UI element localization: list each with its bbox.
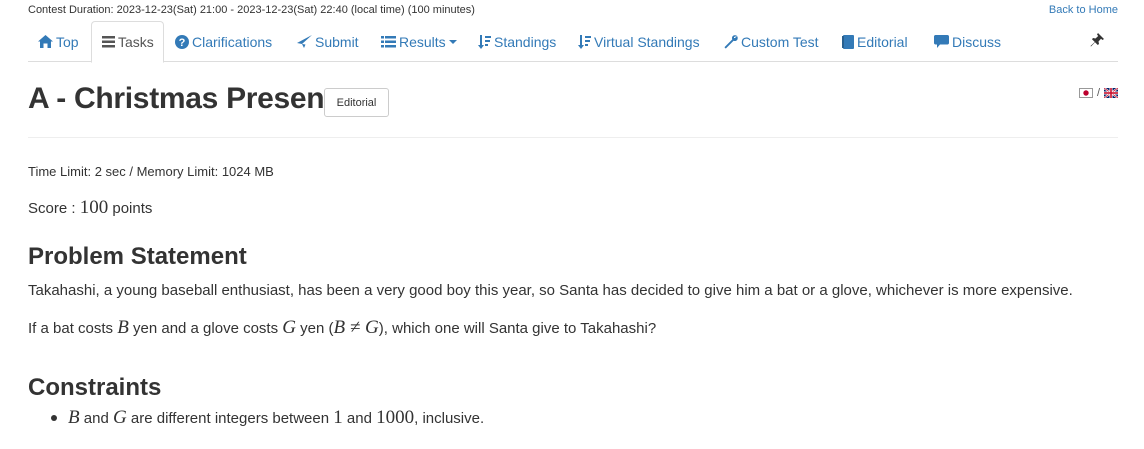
math-number: 1: [333, 407, 343, 428]
wrench-icon: [724, 34, 738, 48]
uk-flag-icon[interactable]: [1104, 88, 1118, 98]
score-unit: points: [108, 200, 153, 217]
home-icon: [38, 35, 53, 48]
constraint-text: and: [79, 410, 113, 427]
japan-flag-icon[interactable]: [1078, 88, 1093, 98]
tab-custom-test-label: Custom Test: [741, 33, 819, 50]
sort-icon: [578, 34, 591, 49]
list-icon: [381, 35, 396, 47]
score-value: 100: [79, 197, 109, 218]
problem-statement-heading: Problem Statement: [28, 243, 247, 270]
tab-tasks-label: Tasks: [118, 34, 154, 50]
tab-standings[interactable]: Standings: [478, 21, 556, 62]
constraint-item: B and G are different integers between 1…: [68, 407, 484, 429]
pushpin-icon[interactable]: [1090, 33, 1104, 52]
tab-submit[interactable]: Submit: [297, 21, 359, 62]
math-var-g: G: [112, 407, 127, 428]
book-icon: [842, 34, 854, 49]
tab-discuss-label: Discuss: [952, 33, 1002, 50]
tab-submit-label: Submit: [315, 33, 359, 50]
sort-icon: [478, 34, 491, 49]
comment-icon: [934, 35, 949, 48]
editorial-button[interactable]: Editorial: [324, 88, 389, 117]
send-icon: [297, 35, 312, 48]
question-circle-icon: ?: [175, 34, 189, 49]
math-inequality: B ≠ G: [333, 317, 379, 338]
tab-clarifications[interactable]: ? Clarifications: [175, 21, 272, 62]
tab-top[interactable]: Top: [38, 21, 79, 62]
tab-results[interactable]: Results: [381, 21, 457, 62]
chevron-down-icon: [448, 39, 457, 44]
constraints-heading: Constraints: [28, 374, 162, 401]
tab-clarifications-label: Clarifications: [192, 33, 273, 50]
math-var-b: B: [68, 407, 80, 428]
statement-paragraph-1: Takahashi, a young baseball enthusiast, …: [28, 282, 1073, 299]
page-title: A - Christmas Present: [28, 82, 335, 115]
score-label: Score :: [28, 200, 80, 217]
back-to-home-link[interactable]: Back to Home: [1049, 4, 1118, 16]
constraint-text: and: [342, 410, 377, 427]
math-var-b: B: [117, 317, 129, 338]
statement-text: yen (: [296, 320, 334, 337]
list-bullet: [51, 415, 57, 421]
tab-editorial-label: Editorial: [857, 33, 908, 50]
statement-text: ), which one will Santa give to Takahash…: [378, 320, 657, 337]
contest-duration: Contest Duration: 2023-12-23(Sat) 21:00 …: [28, 4, 475, 16]
statement-text: yen and a glove costs: [128, 320, 283, 337]
language-separator: /: [1096, 87, 1100, 99]
tab-standings-label: Standings: [494, 33, 557, 50]
tab-editorial[interactable]: Editorial: [842, 21, 908, 62]
constraint-text: are different integers between: [126, 410, 334, 427]
tab-custom-test[interactable]: Custom Test: [724, 21, 819, 62]
statement-paragraph-2: If a bat costs B yen and a glove costs G…: [28, 317, 656, 339]
tab-discuss[interactable]: Discuss: [934, 21, 1001, 62]
math-number: 1000: [376, 407, 415, 428]
top-bar: Contest Duration: 2023-12-23(Sat) 21:00 …: [28, 4, 1118, 20]
header-divider: [28, 137, 1118, 138]
language-switcher: /: [1078, 87, 1118, 99]
tab-virtual-standings-label: Virtual Standings: [594, 33, 700, 50]
contest-nav: Top Tasks ? Clarifications Submit Result…: [28, 21, 1118, 63]
tab-virtual-standings[interactable]: Virtual Standings: [578, 21, 700, 62]
list-icon: [102, 36, 115, 48]
constraint-text: , inclusive.: [414, 410, 485, 427]
math-var-g: G: [282, 317, 296, 338]
tab-tasks[interactable]: Tasks: [91, 21, 164, 63]
tab-results-label: Results: [399, 33, 446, 50]
limits-text: Time Limit: 2 sec / Memory Limit: 1024 M…: [28, 164, 274, 179]
score-line: Score : 100 points: [28, 197, 152, 219]
tab-top-label: Top: [56, 33, 79, 50]
svg-text:?: ?: [179, 37, 186, 49]
statement-text: If a bat costs: [28, 320, 118, 337]
